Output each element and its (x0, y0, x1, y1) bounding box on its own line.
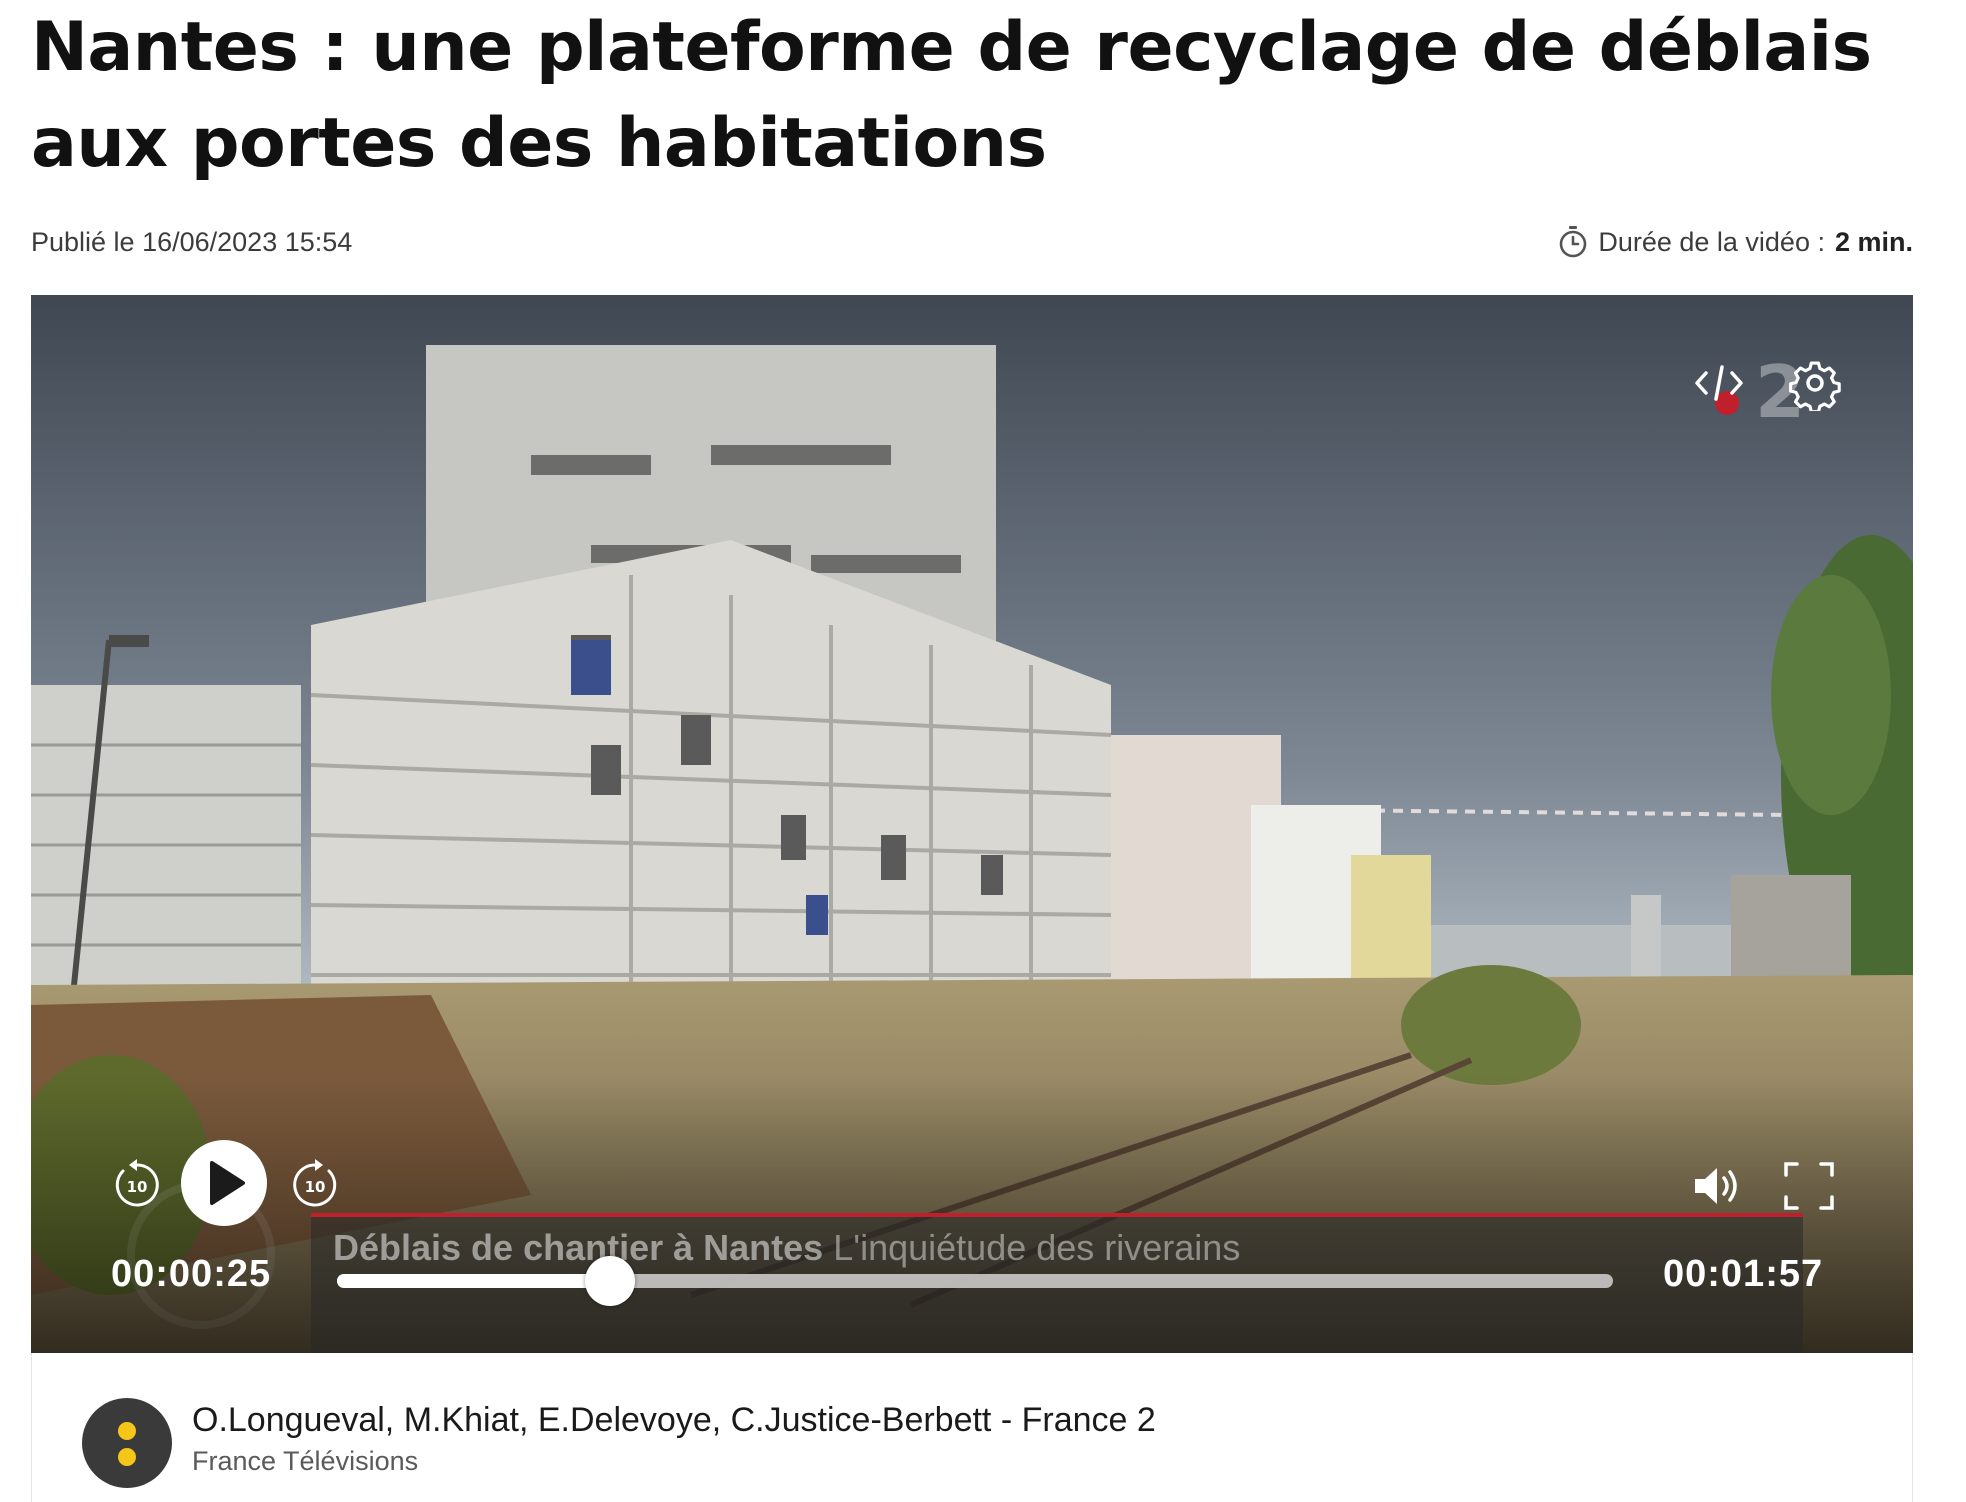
play-button[interactable] (181, 1140, 267, 1226)
video-duration: Durée de la vidéo : 2 min. (1558, 225, 1913, 259)
article-title: Nantes : une plateforme de recyclage de … (31, 8, 1872, 183)
duration-value: 2 min. (1834, 226, 1913, 257)
play-icon (210, 1161, 245, 1205)
total-time: 00:01:57 (1663, 1253, 1824, 1295)
news-caption-subtitle: L'inquiétude des riverains (823, 1227, 1241, 1268)
progress-handle[interactable] (584, 1256, 635, 1306)
video-player[interactable]: 2 10 10 Déblais de chantier à Nantes L'i… (31, 295, 1913, 1353)
news-caption-title: Déblais de chantier à Nantes (333, 1227, 824, 1268)
avatar-dot-bottom (118, 1448, 136, 1466)
progress-bar[interactable] (337, 1256, 1613, 1306)
forward-seconds: 10 (305, 1178, 326, 1196)
progress-fill (337, 1274, 610, 1288)
timer-icon (1560, 226, 1587, 258)
credit-organization: France Télévisions (192, 1446, 419, 1476)
fullscreen-icon[interactable] (1783, 1161, 1835, 1211)
forward-10-icon[interactable]: 10 (287, 1157, 343, 1213)
article-meta: Publié le 16/06/2023 15:54 Durée de la v… (31, 222, 1913, 262)
credit-names: O.Longueval, M.Khiat, E.Delevoye, C.Just… (192, 1401, 1156, 1439)
gear-icon[interactable] (1787, 355, 1843, 411)
rewind-10-icon[interactable]: 10 (109, 1157, 165, 1213)
rewind-seconds: 10 (127, 1178, 148, 1196)
duration-label: Durée de la vidéo : (1598, 226, 1825, 257)
news-caption: Déblais de chantier à Nantes L'inquiétud… (333, 1227, 1240, 1269)
current-time: 00:00:25 (111, 1253, 272, 1295)
avatar-dot-top (118, 1422, 136, 1440)
code-embed-icon[interactable] (1691, 355, 1747, 411)
volume-icon[interactable] (1691, 1163, 1747, 1209)
author-avatar (82, 1398, 172, 1488)
publish-date: Publié le 16/06/2023 15:54 (31, 226, 353, 257)
video-credits: O.Longueval, M.Khiat, E.Delevoye, C.Just… (31, 1353, 1913, 1502)
